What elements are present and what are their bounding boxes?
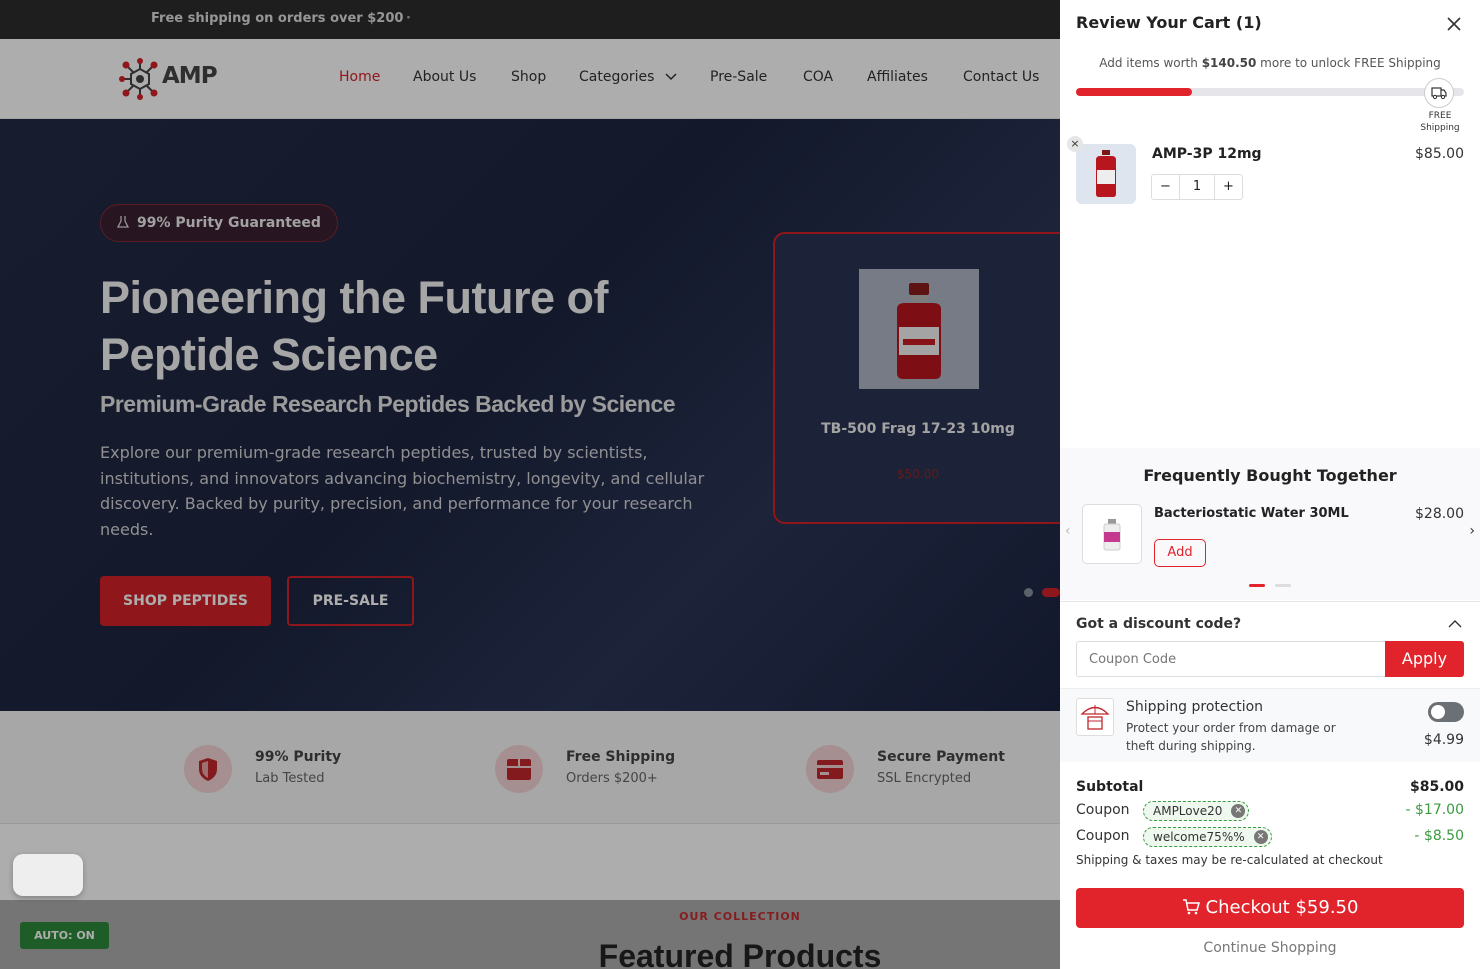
remove-coupon-icon[interactable]: ✕ [1231, 804, 1246, 818]
store-page: Free shipping on orders over $200 · AMP … [0, 0, 1060, 969]
fbt-dot-active[interactable] [1249, 584, 1265, 587]
chevron-up-icon[interactable] [1448, 620, 1462, 628]
fbt-dot[interactable] [1275, 584, 1291, 587]
remove-coupon-icon[interactable]: ✕ [1253, 830, 1268, 844]
fbt-product-name: Bacteriostatic Water 30ML [1154, 506, 1349, 521]
shipping-protection: Shipping protection Protect your order f… [1060, 688, 1480, 762]
shipping-msg-suffix: more to unlock FREE Shipping [1260, 56, 1441, 70]
cart-title: Review Your Cart (1) [1076, 13, 1262, 32]
cart-item: × AMP-3P 12mg $85.00 − 1 + [1067, 136, 1464, 206]
shipping-progress-fill [1076, 88, 1193, 96]
protection-title: Shipping protection [1126, 699, 1264, 715]
shipping-msg-prefix: Add items worth [1099, 56, 1198, 70]
chevron-left-icon[interactable]: ‹ [1065, 523, 1071, 539]
coupon-code: AMPLove20 [1153, 804, 1223, 818]
cart-drawer: Review Your Cart (1) Add items worth $14… [1060, 0, 1480, 969]
protection-toggle[interactable] [1428, 702, 1464, 722]
quantity-value[interactable]: 1 [1180, 175, 1214, 199]
cart-item-price: $85.00 [1415, 146, 1464, 162]
checkout-button[interactable]: Checkout $59.50 [1076, 888, 1464, 928]
free-shipping-label: FREE Shipping [1420, 111, 1460, 133]
fbt-product-image [1082, 504, 1142, 564]
discount-section: Got a discount code? Apply [1060, 601, 1480, 688]
close-icon[interactable] [1444, 14, 1464, 34]
coupon-label: Coupon [1076, 828, 1130, 844]
shipping-msg-amount: $140.50 [1201, 56, 1257, 70]
checkout-note: Shipping & taxes may be re-calculated at… [1076, 853, 1383, 867]
truck-icon [1424, 78, 1454, 108]
coupon-label: Coupon [1076, 802, 1130, 818]
cart-icon [1182, 899, 1200, 915]
coupon-input[interactable] [1076, 641, 1386, 677]
chat-widget[interactable] [13, 854, 83, 896]
discount-title[interactable]: Got a discount code? [1076, 616, 1241, 632]
coupon-amount: - $8.50 [1414, 828, 1464, 844]
remove-item-button[interactable]: × [1067, 136, 1083, 152]
minus-icon[interactable]: − [1152, 175, 1180, 199]
vial-icon [1096, 150, 1116, 197]
apply-coupon-button[interactable]: Apply [1385, 641, 1464, 677]
free-shipping-message: Add items worth $140.50 more to unlock F… [1060, 56, 1480, 70]
cart-item-name: AMP-3P 12mg [1152, 146, 1262, 162]
chevron-right-icon[interactable]: › [1469, 523, 1475, 539]
coupon-tag: welcome75%% ✕ [1143, 827, 1272, 847]
cart-item-image [1076, 144, 1136, 204]
quantity-stepper: − 1 + [1151, 174, 1243, 200]
coupon-code: welcome75%% [1153, 830, 1245, 844]
frequently-bought-section: Frequently Bought Together ‹ Bacteriosta… [1060, 448, 1480, 600]
cart-summary: Subtotal $85.00 Coupon AMPLove20 ✕ - $17.… [1060, 762, 1480, 969]
fbt-product-price: $28.00 [1415, 506, 1464, 522]
toggle-knob [1431, 705, 1445, 719]
coupon-tag: AMPLove20 ✕ [1143, 801, 1250, 821]
umbrella-package-icon [1076, 698, 1114, 736]
checkout-label: Checkout $59.50 [1205, 897, 1359, 918]
protection-description: Protect your order from damage or theft … [1126, 721, 1336, 753]
subtotal-label: Subtotal [1076, 779, 1144, 795]
plus-icon[interactable]: + [1214, 175, 1242, 199]
continue-shopping-link[interactable]: Continue Shopping [1060, 940, 1480, 956]
coupon-amount: - $17.00 [1405, 802, 1465, 818]
vial-icon [1103, 519, 1121, 551]
shipping-progress-bar [1076, 88, 1464, 96]
protection-price: $4.99 [1423, 732, 1464, 748]
drawer-backdrop[interactable] [0, 0, 1060, 969]
subtotal-value: $85.00 [1409, 779, 1464, 795]
fbt-add-button[interactable]: Add [1154, 539, 1206, 567]
fbt-title: Frequently Bought Together [1143, 466, 1397, 485]
